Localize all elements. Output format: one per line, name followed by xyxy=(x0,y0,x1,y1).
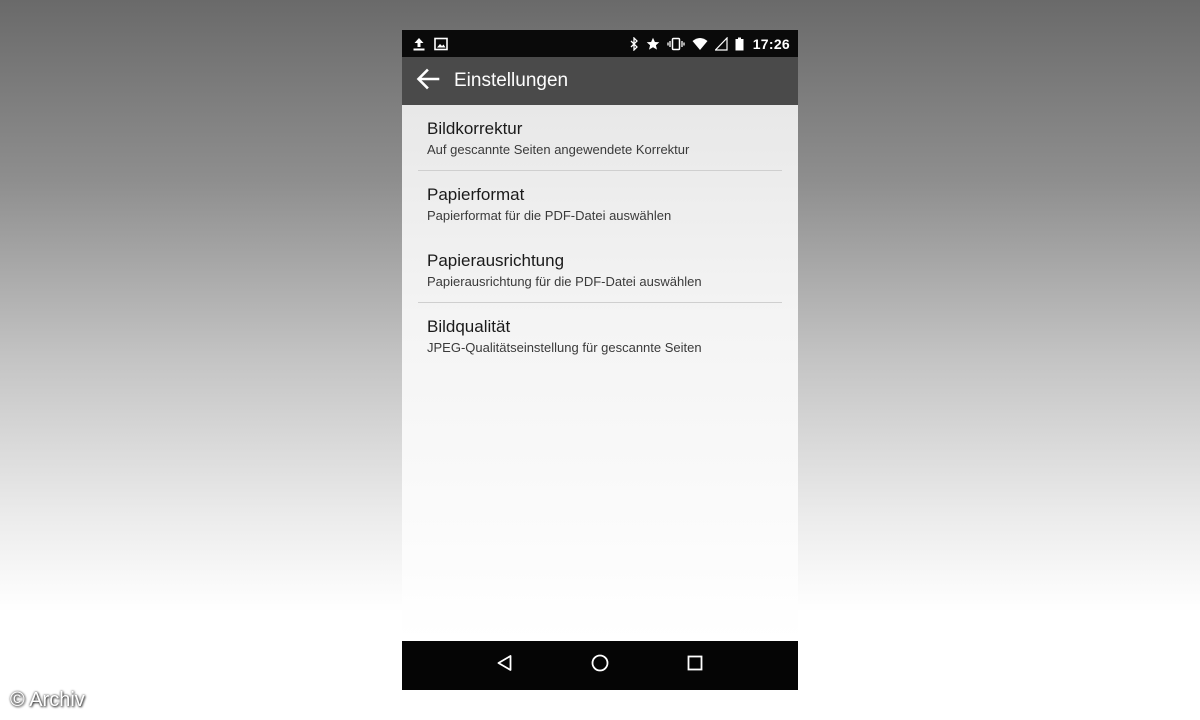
back-triangle-icon xyxy=(496,654,514,677)
vibrate-icon xyxy=(667,37,685,51)
status-left-group xyxy=(412,37,448,51)
home-circle-icon xyxy=(590,653,610,678)
back-button[interactable] xyxy=(414,67,442,95)
settings-item-papierausrichtung[interactable]: Papierausrichtung Papierausrichtung für … xyxy=(418,237,782,303)
settings-item-title: Papierausrichtung xyxy=(427,251,565,270)
phone-screen: 17:26 Einstellungen Bildkorrektur Auf ge… xyxy=(402,30,798,690)
toolbar: Einstellungen xyxy=(402,57,798,105)
signal-icon xyxy=(714,36,728,51)
settings-item-papierformat[interactable]: Papierformat Papierformat für die PDF-Da… xyxy=(418,171,782,237)
battery-icon xyxy=(735,37,744,51)
wifi-icon xyxy=(692,37,708,51)
arrow-left-icon xyxy=(416,68,440,95)
settings-item-bildqualitaet[interactable]: Bildqualität JPEG-Qualitätseinstellung f… xyxy=(418,303,782,369)
star-icon xyxy=(646,37,660,51)
settings-list: Bildkorrektur Auf gescannte Seiten angew… xyxy=(402,105,798,641)
status-bar: 17:26 xyxy=(402,30,798,57)
settings-item-summary: Papierausrichtung für die PDF-Datei ausw… xyxy=(427,274,702,289)
settings-item-bildkorrektur[interactable]: Bildkorrektur Auf gescannte Seiten angew… xyxy=(418,105,782,171)
image-icon xyxy=(434,37,448,51)
settings-item-title: Bildkorrektur xyxy=(427,119,523,138)
recents-square-icon xyxy=(686,654,704,677)
status-time: 17:26 xyxy=(752,35,790,52)
status-right-group: 17:26 xyxy=(629,36,790,52)
nav-recents-button[interactable] xyxy=(675,646,715,686)
navigation-bar xyxy=(402,641,798,690)
settings-item-title: Papierformat xyxy=(427,185,525,204)
settings-item-summary: Papierformat für die PDF-Datei auswählen xyxy=(427,208,672,223)
copyright-watermark: © Archiv xyxy=(10,689,85,711)
bluetooth-icon xyxy=(629,36,639,51)
settings-item-summary: JPEG-Qualitätseinstellung für gescannte … xyxy=(427,340,702,355)
settings-item-title: Bildqualität xyxy=(427,317,511,336)
upload-icon xyxy=(412,37,426,51)
nav-home-button[interactable] xyxy=(580,646,620,686)
settings-item-summary: Auf gescannte Seiten angewendete Korrekt… xyxy=(427,142,690,157)
nav-back-button[interactable] xyxy=(485,646,525,686)
page-title: Einstellungen xyxy=(454,70,569,91)
